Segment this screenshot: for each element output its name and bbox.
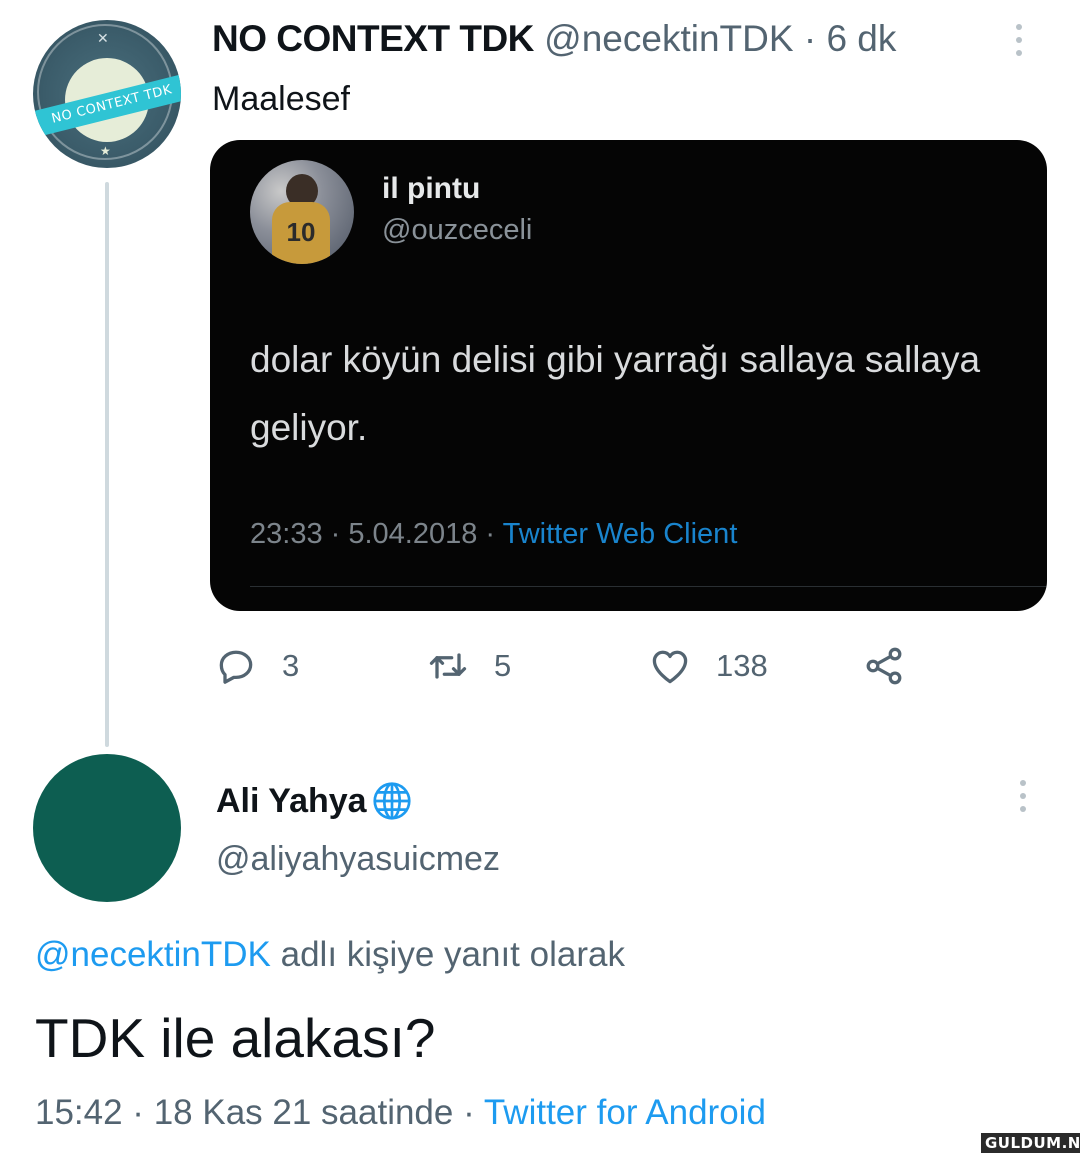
share-icon: [866, 647, 902, 685]
replying-to-label: adlı kişiye yanıt olarak: [270, 935, 625, 974]
tweet-header: NO CONTEXT TDK @necektinTDK · 6 dk: [212, 18, 896, 60]
retweet-icon: [429, 653, 467, 679]
reply-timestamp[interactable]: 15:42 · 18 Kas 21 saatinde ·: [35, 1093, 484, 1132]
embedded-tweet-image[interactable]: 10 il pintu @ouzceceli dolar köyün delis…: [210, 140, 1047, 611]
embedded-display-name: il pintu: [382, 172, 481, 205]
retweet-button[interactable]: 5: [426, 640, 511, 692]
embedded-client: Twitter Web Client: [502, 518, 738, 550]
reply-meta: 15:42 · 18 Kas 21 saatinde · Twitter for…: [35, 1093, 766, 1133]
reply-button[interactable]: 3: [214, 640, 299, 692]
site-watermark: GULDUM.NET: [981, 1133, 1080, 1153]
tweet-text: Maalesef: [212, 80, 350, 118]
embedded-timestamp: 23:33 · 5.04.2018 ·: [250, 518, 503, 550]
ali-yahya-avatar[interactable]: [33, 754, 181, 902]
reply-handle[interactable]: @aliyahyasuicmez: [216, 840, 500, 879]
embedded-avatar: 10: [250, 160, 354, 264]
like-button[interactable]: 138: [648, 640, 768, 692]
thread-connector-line: [105, 182, 109, 747]
embedded-tweet-text: dolar köyün delisi gibi yarrağı sallaya …: [250, 339, 981, 448]
reply-display-name[interactable]: Ali Yahya: [216, 782, 367, 821]
user-handle[interactable]: @necektinTDK: [544, 18, 793, 59]
heart-icon: [652, 650, 688, 684]
display-name[interactable]: NO CONTEXT TDK: [212, 18, 534, 59]
reply-icon: [219, 650, 253, 684]
crossed-tools-icon: ✕: [97, 30, 109, 46]
retweet-count: 5: [494, 648, 512, 683]
more-options-icon[interactable]: [1016, 24, 1026, 63]
reply-client[interactable]: Twitter for Android: [484, 1093, 766, 1132]
avatar-jersey-number: 10: [272, 202, 330, 264]
embedded-handle: @ouzceceli: [382, 214, 533, 246]
like-count: 138: [716, 648, 768, 683]
reply-text: TDK ile alakası?: [35, 1007, 436, 1069]
globe-icon: [372, 782, 411, 820]
no-context-tdk-avatar[interactable]: ✕ NO CONTEXT TDK ★: [33, 20, 181, 168]
tweet-time[interactable]: 6 dk: [826, 18, 896, 59]
embedded-tweet-meta: 23:33 · 5.04.2018 · Twitter Web Client: [250, 518, 737, 551]
replying-to-mention[interactable]: @necektinTDK: [35, 935, 271, 974]
embedded-divider: [250, 586, 1047, 587]
reply-author: Ali Yahya: [216, 778, 415, 824]
reply-more-options-icon[interactable]: [1020, 780, 1030, 819]
reply-count: 3: [282, 648, 300, 683]
replying-to-line: @necektinTDK adlı kişiye yanıt olarak: [35, 935, 625, 975]
star-icon: ★: [100, 144, 111, 158]
share-button[interactable]: [862, 640, 930, 692]
separator-dot: ·: [803, 18, 827, 59]
